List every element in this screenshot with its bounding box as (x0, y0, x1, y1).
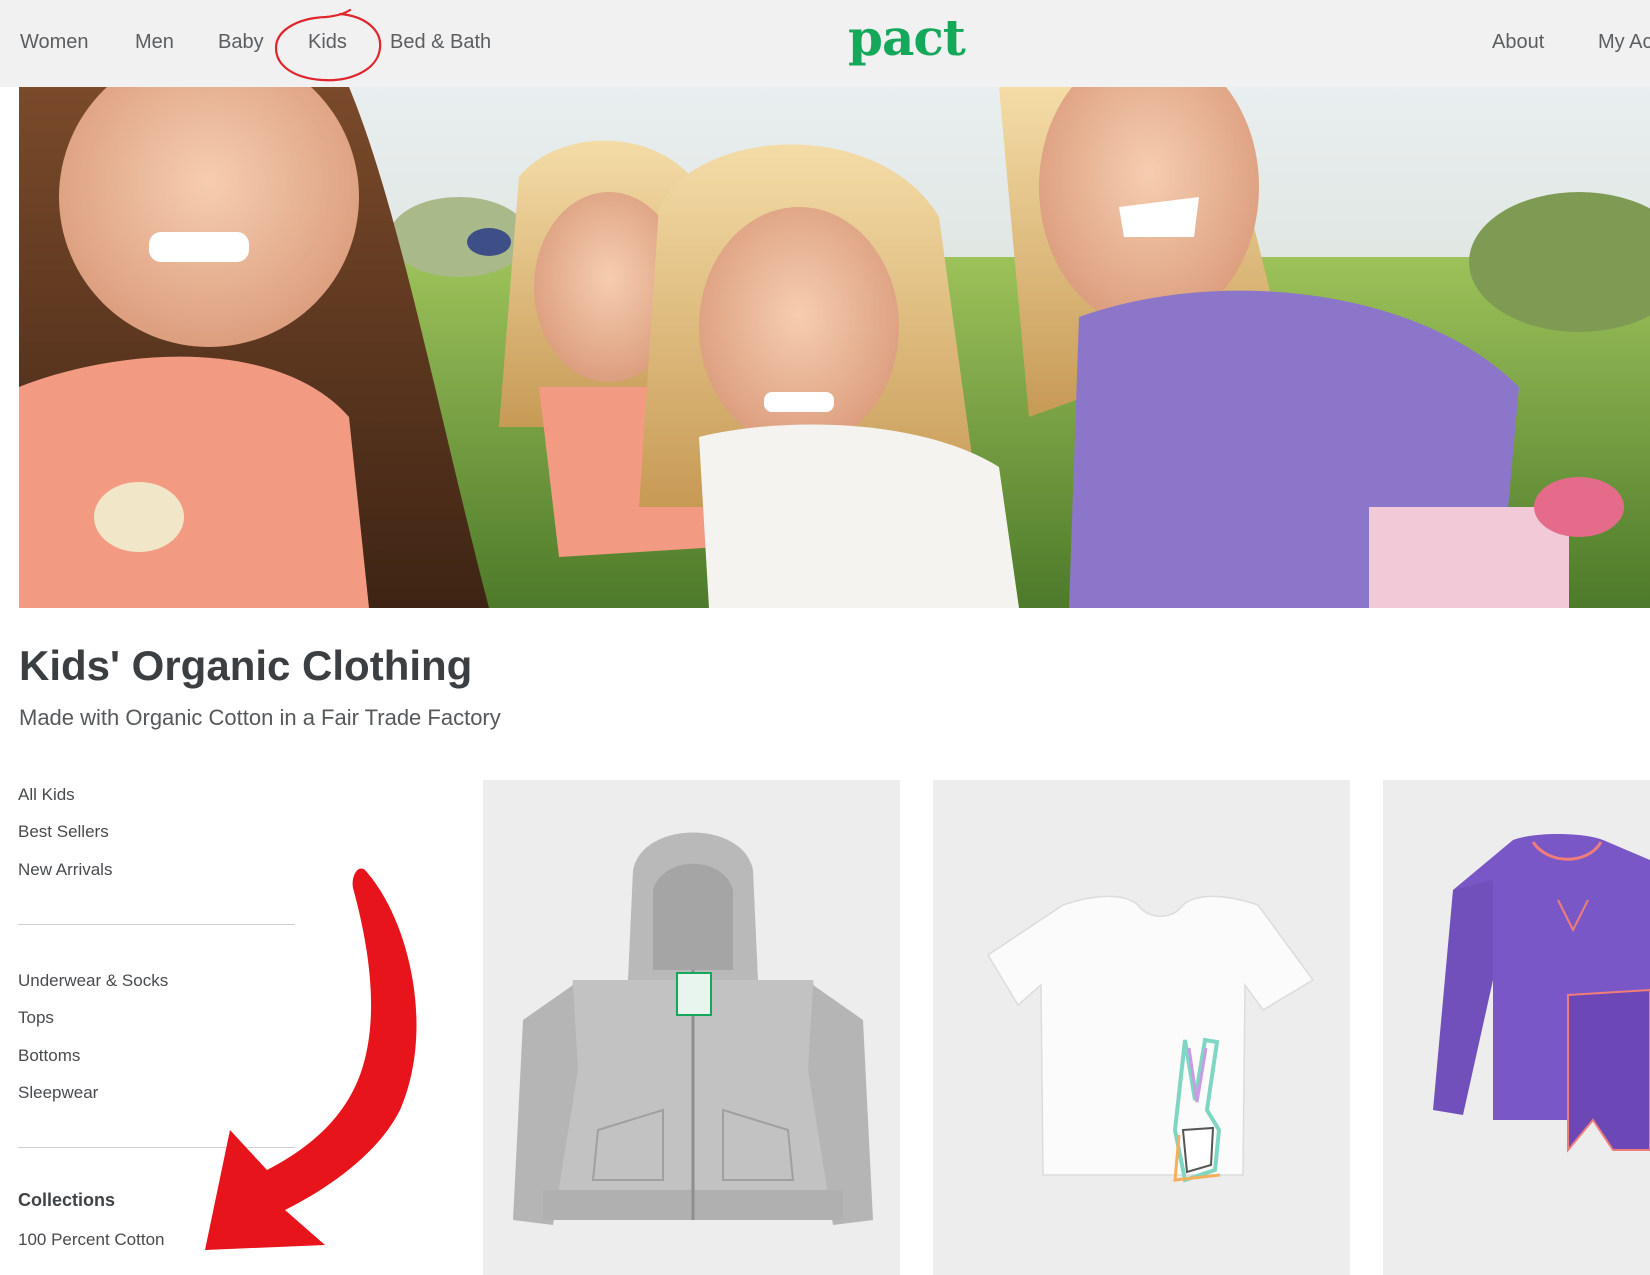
nav-men-link[interactable]: Men (135, 31, 174, 54)
sidebar-item-sleepwear[interactable]: Sleepwear (18, 1083, 98, 1103)
page-subtitle: Made with Organic Cotton in a Fair Trade… (19, 705, 501, 730)
hero-image (19, 87, 1650, 608)
nav-women-link[interactable]: Women (20, 31, 89, 54)
product-image-white-tee (933, 780, 1350, 1275)
nav-baby-link[interactable]: Baby (218, 31, 264, 54)
annotation-arrow-icon (205, 868, 417, 1250)
product-card-purple-pajamas[interactable] (1383, 780, 1650, 1275)
nav-my-account-link[interactable]: My Ac (1598, 31, 1650, 54)
kids-highlight-circle (274, 8, 382, 82)
product-image-grey-hoodie (483, 780, 900, 1275)
sidebar-item-100-percent-cotton[interactable]: 100 Percent Cotton (18, 1230, 164, 1250)
sidebar-item-bottoms[interactable]: Bottoms (18, 1046, 80, 1066)
sidebar-item-new-arrivals[interactable]: New Arrivals (18, 860, 112, 880)
sidebar-item-tops[interactable]: Tops (18, 1008, 54, 1028)
product-card-white-tee[interactable] (933, 780, 1350, 1275)
top-navigation-bar: Women Men Baby Kids Bed & Bath pact Abou… (0, 0, 1650, 87)
sidebar-collections-heading: Collections (18, 1190, 116, 1210)
sidebar-item-all-kids[interactable]: All Kids (18, 785, 75, 805)
nav-about-link[interactable]: About (1492, 31, 1544, 54)
product-card-grey-hoodie[interactable] (483, 780, 900, 1275)
nav-bed-bath-link[interactable]: Bed & Bath (390, 31, 491, 54)
product-image-purple-pajamas (1383, 780, 1650, 1275)
sidebar-item-underwear-socks[interactable]: Underwear & Socks (18, 971, 168, 991)
pact-logo[interactable]: pact (848, 8, 966, 67)
sidebar-item-best-sellers[interactable]: Best Sellers (18, 822, 109, 842)
page-title: Kids' Organic Clothing (19, 642, 473, 689)
